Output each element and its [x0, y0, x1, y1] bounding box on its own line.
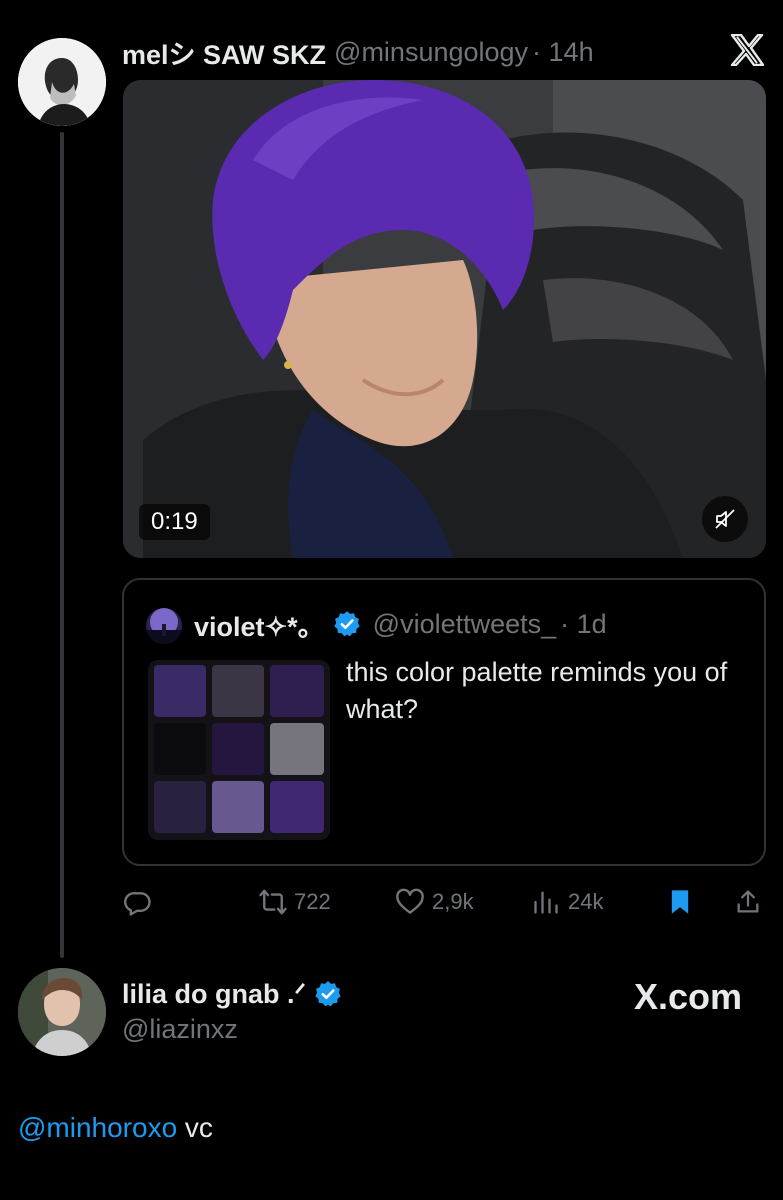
quote-author-name[interactable]: violet✧*。: [194, 605, 325, 644]
like-button[interactable]: 2,9k: [394, 882, 474, 922]
bookmark-button[interactable]: [666, 882, 694, 922]
tweet-time[interactable]: · 14h: [532, 37, 594, 68]
author-name[interactable]: melシ SAW SKZ: [122, 33, 326, 72]
reply-author-avatar[interactable]: [18, 968, 106, 1056]
share-icon: [737, 890, 759, 913]
tweet-header: melシ SAW SKZ @minsungology · 14h: [122, 34, 594, 70]
verified-icon: [315, 981, 341, 1007]
reply-author-name-row: lilia do gnab .ᐟ: [122, 976, 342, 1012]
x-com-watermark: X.com: [634, 976, 743, 1017]
retweet-count: 722: [294, 889, 331, 914]
views-icon: [534, 891, 558, 914]
verified-icon: [333, 611, 360, 637]
quote-text: this color palette reminds you of what?: [346, 657, 728, 724]
mute-button[interactable]: [702, 496, 748, 542]
thread-line: [60, 132, 64, 958]
quote-image[interactable]: [148, 660, 330, 840]
author-handle[interactable]: @minsungology: [334, 37, 528, 68]
reply-body: vc: [177, 1112, 213, 1143]
reply-author-handle[interactable]: @liazinxz: [122, 1014, 238, 1045]
views-button[interactable]: 24k: [532, 882, 603, 922]
bookmark-icon: [671, 890, 689, 914]
quote-author-avatar[interactable]: [146, 608, 182, 644]
reply-icon: [124, 892, 151, 916]
retweet-button[interactable]: 722: [258, 882, 331, 922]
x-logo-icon: [730, 34, 764, 66]
like-icon: [396, 888, 424, 914]
quote-header: violet✧*。 @violettweets_ · 1d: [194, 604, 607, 644]
share-button[interactable]: [734, 882, 762, 922]
reply-text: @minhoroxo vc: [18, 1112, 213, 1144]
mention-link[interactable]: @minhoroxo: [18, 1112, 177, 1143]
reply-button[interactable]: [122, 882, 152, 922]
quote-author-handle[interactable]: @violettweets_: [373, 609, 557, 640]
tweet-video[interactable]: [123, 80, 766, 558]
quote-time[interactable]: · 1d: [560, 609, 607, 640]
like-count: 2,9k: [432, 889, 474, 914]
video-duration: 0:19: [139, 504, 210, 540]
mute-icon: [715, 509, 735, 529]
retweet-icon: [259, 889, 287, 915]
views-count: 24k: [568, 889, 604, 914]
author-avatar[interactable]: [18, 38, 106, 126]
reply-author-name[interactable]: lilia do gnab .ᐟ: [122, 979, 306, 1010]
